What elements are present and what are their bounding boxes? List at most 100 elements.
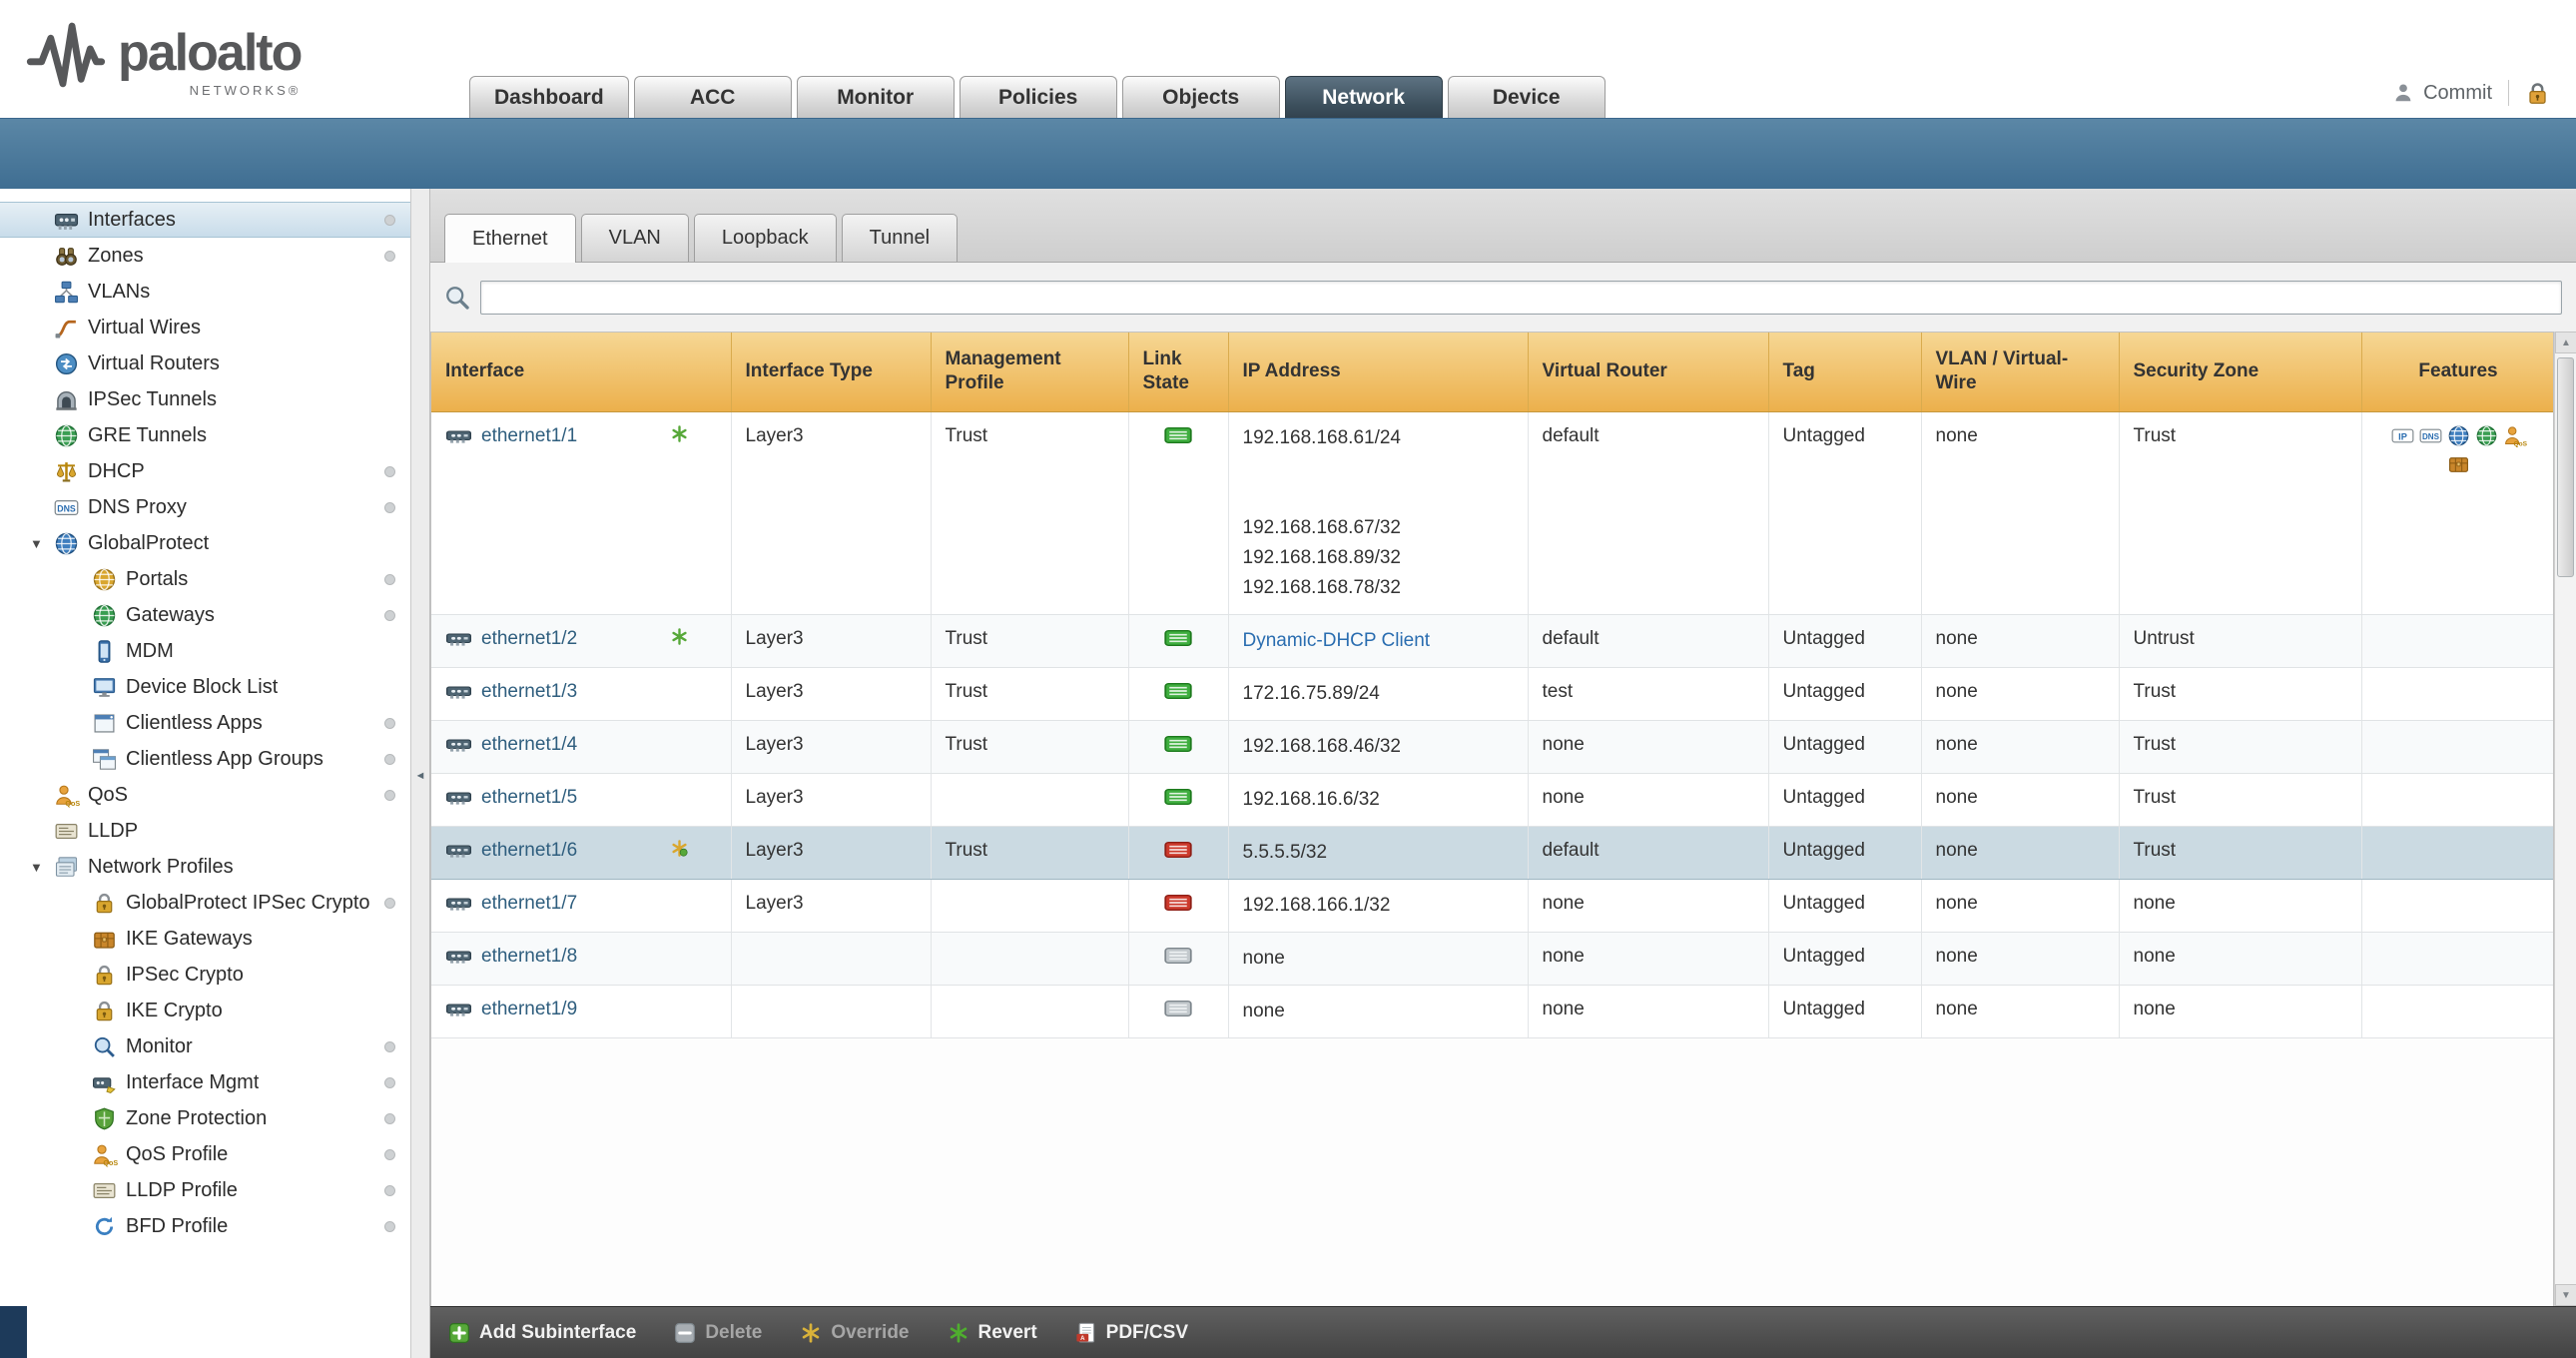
action-add-subinterface[interactable]: Add Subinterface	[448, 1322, 636, 1344]
tag: Untagged	[1768, 879, 1921, 932]
sidebar-item-mdm[interactable]: MDM	[0, 633, 410, 669]
tunnel-icon	[54, 387, 79, 412]
ip-address-cell: 192.168.168.46/32	[1228, 720, 1528, 773]
table-row-ethernet1-8[interactable]: ethernet1/8nonenoneUntaggednonenone	[431, 932, 2554, 985]
col-header-ip-address[interactable]: IP Address	[1228, 333, 1528, 411]
collapse-sidebar-icon[interactable]: ◄	[412, 753, 428, 799]
table-row-ethernet1-9[interactable]: ethernet1/9nonenoneUntaggednonenone	[431, 985, 2554, 1037]
sidebar-item-globalprotect[interactable]: ▼GlobalProtect	[0, 525, 410, 561]
col-header-interface-type[interactable]: Interface Type	[731, 333, 931, 411]
search-input[interactable]	[480, 281, 2562, 315]
sidebar-item-zone-protection[interactable]: Zone Protection	[0, 1100, 410, 1136]
sidebar-item-zones[interactable]: Zones	[0, 238, 410, 274]
sidebar-item-lldp-profile[interactable]: LLDP Profile	[0, 1172, 410, 1208]
sidebar-item-globalprotect-ipsec-crypto[interactable]: GlobalProtect IPSec Crypto	[0, 885, 410, 921]
sidebar-item-vlans[interactable]: VLANs	[0, 274, 410, 310]
table-row-ethernet1-4[interactable]: ethernet1/4Layer3Trust192.168.168.46/32n…	[431, 720, 2554, 773]
dhcp-client-link[interactable]: Dynamic-DHCP Client	[1243, 626, 1514, 656]
tab-device[interactable]: Device	[1448, 76, 1606, 118]
action-revert[interactable]: Revert	[948, 1322, 1037, 1344]
sidebar-item-lldp[interactable]: LLDP	[0, 813, 410, 849]
sidebar-item-network-profiles[interactable]: ▼Network Profiles	[0, 849, 410, 885]
scroll-up-icon[interactable]: ▲	[2555, 332, 2576, 353]
sidebar-item-ike-gateways[interactable]: IKE Gateways	[0, 921, 410, 957]
commit-button[interactable]: Commit	[2392, 82, 2492, 105]
tab-objects[interactable]: Objects	[1122, 76, 1280, 118]
col-header-security-zone[interactable]: Security Zone	[2119, 333, 2361, 411]
interface-type	[731, 985, 931, 1037]
scroll-down-icon[interactable]: ▼	[2555, 1284, 2576, 1306]
table-row-ethernet1-1[interactable]: ethernet1/1Layer3Trust192.168.168.61/24 …	[431, 411, 2554, 614]
interface-name[interactable]: ethernet1/9	[481, 997, 577, 1021]
sidebar-item-clientless-apps[interactable]: Clientless Apps	[0, 705, 410, 741]
interface-cell: ethernet1/2	[431, 614, 731, 667]
sidebar-item-interface-mgmt[interactable]: Interface Mgmt	[0, 1064, 410, 1100]
col-header-features[interactable]: Features	[2361, 333, 2554, 411]
sidebar-item-monitor[interactable]: Monitor	[0, 1028, 410, 1064]
sidebar-splitter[interactable]: ◄	[410, 189, 430, 1358]
sidebar-item-interfaces[interactable]: Interfaces	[0, 202, 410, 238]
action-pdf-csv[interactable]: APDF/CSV	[1075, 1322, 1188, 1344]
item-dot	[384, 718, 395, 729]
tab-policies[interactable]: Policies	[960, 76, 1117, 118]
col-header-virtual-router[interactable]: Virtual Router	[1528, 333, 1768, 411]
interface-name[interactable]: ethernet1/7	[481, 891, 577, 916]
sidebar-item-qos[interactable]: QoSQoS	[0, 777, 410, 813]
vertical-scrollbar[interactable]: ▲ ▼	[2554, 332, 2576, 1306]
tab-network[interactable]: Network	[1285, 76, 1443, 118]
sidebar-item-clientless-app-groups[interactable]: Clientless App Groups	[0, 741, 410, 777]
sidebar-item-dns-proxy[interactable]: DNSDNS Proxy	[0, 489, 410, 525]
interface-name[interactable]: ethernet1/6	[481, 838, 577, 863]
table-row-ethernet1-5[interactable]: ethernet1/5Layer3192.168.16.6/32noneUnta…	[431, 773, 2554, 826]
interface-name[interactable]: ethernet1/4	[481, 732, 577, 757]
subtab-loopback[interactable]: Loopback	[694, 214, 837, 262]
col-header-link-state[interactable]: Link State	[1128, 333, 1228, 411]
interface-name[interactable]: ethernet1/2	[481, 626, 577, 651]
tab-dashboard[interactable]: Dashboard	[469, 76, 629, 118]
subtab-tunnel[interactable]: Tunnel	[842, 214, 958, 262]
features-cell	[2361, 932, 2554, 985]
sidebar-item-device-block-list[interactable]: Device Block List	[0, 669, 410, 705]
table-row-ethernet1-7[interactable]: ethernet1/7Layer3192.168.166.1/32noneUnt…	[431, 879, 2554, 932]
tab-acc[interactable]: ACC	[634, 76, 792, 118]
link-state-cell	[1128, 667, 1228, 720]
qos-icon: QoS	[54, 783, 79, 808]
interface-name[interactable]: ethernet1/3	[481, 679, 577, 704]
ip-address-cell: 172.16.75.89/24	[1228, 667, 1528, 720]
sidebar-item-qos-profile[interactable]: QoSQoS Profile	[0, 1136, 410, 1172]
subtab-ethernet[interactable]: Ethernet	[444, 214, 576, 263]
vlan-virtual-wire: none	[1921, 879, 2119, 932]
scrollbar-thumb[interactable]	[2557, 357, 2574, 577]
table-row-ethernet1-2[interactable]: ethernet1/2Layer3TrustDynamic-DHCP Clien…	[431, 614, 2554, 667]
col-header-vlan-virtual-wire[interactable]: VLAN / Virtual-Wire	[1921, 333, 2119, 411]
sidebar-item-portals[interactable]: Portals	[0, 561, 410, 597]
expander-icon[interactable]: ▼	[30, 860, 43, 875]
sidebar-item-ike-crypto[interactable]: IKE Crypto	[0, 993, 410, 1028]
sidebar-item-virtual-routers[interactable]: Virtual Routers	[0, 345, 410, 381]
sidebar-item-gateways[interactable]: Gateways	[0, 597, 410, 633]
table-body: ethernet1/1Layer3Trust192.168.168.61/24 …	[431, 411, 2554, 1037]
sidebar-item-ipsec-crypto[interactable]: IPSec Crypto	[0, 957, 410, 993]
table-row-ethernet1-3[interactable]: ethernet1/3Layer3Trust172.16.75.89/24tes…	[431, 667, 2554, 720]
nic-icon	[445, 1000, 472, 1018]
sidebar-item-bfd-profile[interactable]: BFD Profile	[0, 1208, 410, 1244]
interface-name[interactable]: ethernet1/8	[481, 944, 577, 969]
tab-monitor[interactable]: Monitor	[797, 76, 955, 118]
subtab-vlan[interactable]: VLAN	[581, 214, 689, 262]
col-header-management-profile[interactable]: Management Profile	[931, 333, 1128, 411]
interface-cell: ethernet1/9	[431, 985, 731, 1037]
col-header-interface[interactable]: Interface	[431, 333, 731, 411]
sidebar-item-gre-tunnels[interactable]: GRE Tunnels	[0, 417, 410, 453]
sidebar-item-virtual-wires[interactable]: Virtual Wires	[0, 310, 410, 345]
col-header-tag[interactable]: Tag	[1768, 333, 1921, 411]
sidebar-item-dhcp[interactable]: DHCP	[0, 453, 410, 489]
search-icon[interactable]	[444, 285, 470, 311]
sidebar-item-label: Device Block List	[126, 676, 278, 699]
lock-icon[interactable]	[2525, 81, 2550, 106]
interface-name[interactable]: ethernet1/1	[481, 423, 577, 448]
expander-icon[interactable]: ▼	[30, 536, 43, 551]
interface-name[interactable]: ethernet1/5	[481, 785, 577, 810]
sidebar-item-ipsec-tunnels[interactable]: IPSec Tunnels	[0, 381, 410, 417]
table-row-ethernet1-6[interactable]: ethernet1/6Layer3Trust5.5.5.5/32defaultU…	[431, 826, 2554, 879]
router-icon	[54, 351, 79, 376]
